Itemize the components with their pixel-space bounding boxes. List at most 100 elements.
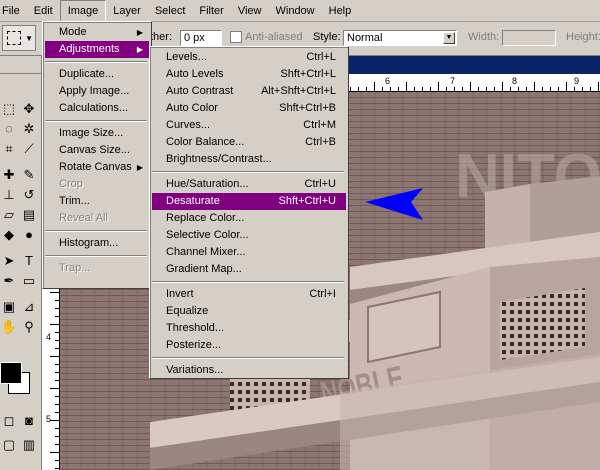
menu-filter[interactable]: Filter [192,1,230,21]
menu-item-label: Crop [59,178,83,190]
crop-tool-icon[interactable]: ⌗ [0,140,18,158]
menu-item-channel-mixer[interactable]: Channel Mixer... [152,244,346,261]
ruler-tick [446,87,447,91]
menu-item-auto-color[interactable]: Auto Color Shft+Ctrl+B [152,100,346,117]
ruler-tick [398,87,399,91]
notes-tool-icon[interactable]: ▣ [0,298,18,316]
ruler-label: 8 [512,76,518,86]
menu-select[interactable]: Select [148,1,193,21]
ruler-tick [566,82,567,91]
menu-item-variations[interactable]: Variations... [152,362,346,379]
menu-item-rotate-canvas[interactable]: Rotate Canvas ▶ [45,159,149,176]
menu-item-hue-saturation[interactable]: Hue/Saturation... Ctrl+U [152,176,346,193]
marquee-tool-icon[interactable]: ⬚ [0,100,18,118]
style-label: Style: [313,31,341,43]
blur-tool-icon[interactable]: ◆ [0,226,18,244]
menu-help[interactable]: Help [322,1,359,21]
eraser-tool-icon[interactable]: ▱ [0,206,18,224]
menu-item-label: Image Size... [59,127,124,139]
path-selection-icon[interactable]: ➤ [0,252,18,270]
type-tool-icon[interactable]: T [20,252,38,270]
foreground-color-swatch[interactable] [0,362,22,384]
feather-input[interactable]: 0 px [180,30,222,46]
ruler-tick [55,444,59,445]
menu-item-calculations[interactable]: Calculations... [45,100,149,117]
menu-view[interactable]: View [231,1,269,21]
menu-window[interactable]: Window [269,1,322,21]
menu-item-auto-contrast[interactable]: Auto Contrast Alt+Shft+Ctrl+L [152,83,346,100]
menu-item-invert[interactable]: Invert Ctrl+I [152,286,346,303]
ruler-tick [390,87,391,91]
ruler-tick [374,82,375,91]
menu-item-apply-image[interactable]: Apply Image... [45,83,149,100]
menu-item-label: Auto Levels [166,68,224,80]
menu-item-shortcut: Shft+Ctrl+U [278,195,336,207]
menu-item-histogram[interactable]: Histogram... [45,235,149,252]
screen-mode-icon[interactable]: ▢ [0,436,18,454]
move-tool-icon[interactable]: ✥ [20,100,38,118]
ruler-tick [486,87,487,91]
menu-item-brightness-contrast[interactable]: Brightness/Contrast... [152,151,346,168]
style-select[interactable]: Normal ▼ [343,30,457,46]
menu-item-label: Canvas Size... [59,144,130,156]
menu-item-adjustments[interactable]: Adjustments ▶ [45,41,149,58]
eyedropper-icon[interactable]: ⊿ [20,298,38,316]
ruler-tick [55,348,59,349]
ruler-tick [558,87,559,91]
clone-stamp-icon[interactable]: ⊥ [0,186,18,204]
brush-tool-icon[interactable]: ✎ [20,166,38,184]
ruler-tick [462,87,463,91]
menu-item-selective-color[interactable]: Selective Color... [152,227,346,244]
ruler-tick [55,428,59,429]
menu-item-auto-levels[interactable]: Auto Levels Shft+Ctrl+L [152,66,346,83]
gradient-tool-icon[interactable]: ▤ [20,206,38,224]
antialiased-checkbox[interactable] [230,31,242,43]
menu-item-gradient-map[interactable]: Gradient Map... [152,261,346,278]
menu-image[interactable]: Image [59,0,107,22]
shape-tool-icon[interactable]: ▭ [20,272,38,290]
menu-item-label: Desaturate [166,195,220,207]
menu-item-label: Brightness/Contrast... [166,153,272,165]
healing-brush-icon[interactable]: ✚ [0,166,18,184]
hand-tool-icon[interactable]: ✋ [0,318,18,336]
marquee-tool-preset[interactable]: ▼ [2,25,36,51]
magic-wand-icon[interactable]: ✲ [20,120,38,138]
full-screen-icon[interactable]: ▥ [20,436,38,454]
ruler-tick [55,468,59,469]
menu-item-label: Curves... [166,119,211,131]
ruler-tick [590,87,591,91]
menu-item-replace-color[interactable]: Replace Color... [152,210,346,227]
dodge-tool-icon[interactable]: ● [20,226,38,244]
mask-mode-icon[interactable]: ◙ [20,412,38,430]
menu-item-levels[interactable]: Levels... Ctrl+L [152,49,346,66]
menu-bar: File Edit Image Layer Select Filter View Window… [0,0,600,22]
menu-item-desaturate[interactable]: Desaturate Shft+Ctrl+U [152,193,346,210]
menu-item-image-size[interactable]: Image Size... [45,125,149,142]
submenu-arrow-icon: ▶ [136,28,143,37]
menu-item-posterize[interactable]: Posterize... [152,337,346,354]
history-brush-icon[interactable]: ↺ [20,186,38,204]
menu-item-equalize[interactable]: Equalize [152,303,346,320]
ruler-tick [50,324,59,325]
menu-layer[interactable]: Layer [106,1,148,21]
menu-item-mode[interactable]: Mode ▶ [45,24,149,41]
menu-file[interactable]: File [0,1,27,21]
menu-item-label: Invert [166,288,194,300]
width-input[interactable] [502,30,556,46]
submenu-arrow-icon: ▶ [136,45,143,54]
ruler-tick [358,87,359,91]
lasso-tool-icon[interactable]: ◌ [0,120,18,138]
menu-item-curves[interactable]: Curves... Ctrl+M [152,117,346,134]
slice-tool-icon[interactable]: ⟋ [20,140,38,158]
quick-mask-icon[interactable]: ◻ [0,412,18,430]
menu-edit[interactable]: Edit [27,1,60,21]
pen-tool-icon[interactable]: ✒ [0,272,18,290]
ruler-tick [534,82,535,91]
menu-item-trim[interactable]: Trim... [45,193,149,210]
menu-item-color-balance[interactable]: Color Balance... Ctrl+B [152,134,346,151]
menu-item-duplicate[interactable]: Duplicate... [45,66,149,83]
menu-item-label: Selective Color... [166,229,249,241]
zoom-tool-icon[interactable]: ⚲ [20,318,38,336]
menu-item-canvas-size[interactable]: Canvas Size... [45,142,149,159]
menu-item-threshold[interactable]: Threshold... [152,320,346,337]
